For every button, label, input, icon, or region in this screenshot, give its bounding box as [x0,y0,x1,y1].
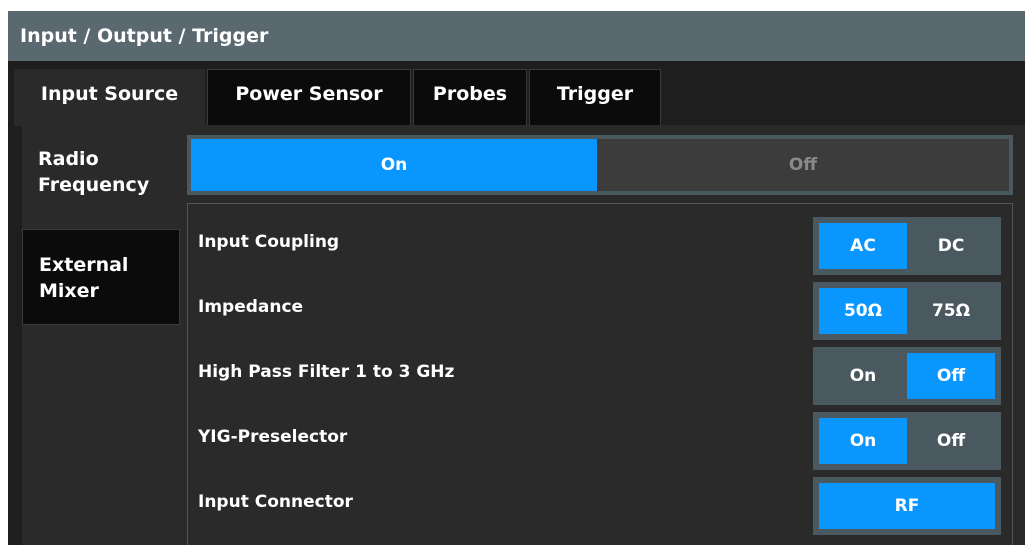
input-coupling-toggle: AC DC [813,217,1001,275]
setting-row-high-pass-filter: High Pass Filter 1 to 3 GHz On Off [188,340,1012,405]
setting-row-yig-preselector: YIG-Preselector On Off [188,405,1012,470]
tab-trigger[interactable]: Trigger [529,69,661,126]
input-output-trigger-dialog: Input / Output / Trigger Input Source Po… [8,11,1025,545]
high-pass-filter-label: High Pass Filter 1 to 3 GHz [198,362,455,382]
input-connector-rf-button[interactable]: RF [819,483,995,529]
impedance-50-button[interactable]: 50Ω [819,288,907,334]
tab-input-source[interactable]: Input Source [14,69,205,126]
input-source-panel: Radio Frequency External Mixer On Off In… [22,125,1025,545]
sidetab-external-mixer-label: External Mixer [39,254,129,302]
tab-probes[interactable]: Probes [413,69,527,126]
setting-row-input-connector: Input Connector RF [188,470,1012,535]
yig-preselector-on-button[interactable]: On [819,418,907,464]
rf-settings-content: On Off Input Coupling AC DC Impedance 50… [187,135,1025,545]
input-connector-selector: RF [813,477,1001,535]
setting-row-impedance: Impedance 50Ω 75Ω [188,275,1012,340]
high-pass-filter-on-button[interactable]: On [819,353,907,399]
sidetab-radio-frequency-label: Radio Frequency [38,148,150,196]
rf-off-button[interactable]: Off [597,139,1009,191]
setting-row-input-coupling: Input Coupling AC DC [188,210,1012,275]
high-pass-filter-toggle: On Off [813,347,1001,405]
dialog-title: Input / Output / Trigger [8,11,1025,61]
impedance-label: Impedance [198,297,304,317]
rf-on-button[interactable]: On [191,139,597,191]
input-coupling-dc-button[interactable]: DC [907,223,995,269]
yig-preselector-label: YIG-Preselector [198,427,348,447]
tab-power-sensor[interactable]: Power Sensor [207,69,411,126]
input-connector-label: Input Connector [198,492,353,512]
high-pass-filter-off-button[interactable]: Off [907,353,995,399]
settings-list: Input Coupling AC DC Impedance 50Ω 75Ω H… [187,203,1013,545]
yig-preselector-toggle: On Off [813,412,1001,470]
impedance-75-button[interactable]: 75Ω [907,288,995,334]
sidetab-radio-frequency[interactable]: Radio Frequency [22,125,180,229]
input-coupling-ac-button[interactable]: AC [819,223,907,269]
impedance-toggle: 50Ω 75Ω [813,282,1001,340]
rf-state-toggle: On Off [187,135,1013,195]
sidetab-external-mixer[interactable]: External Mixer [22,229,180,325]
input-coupling-label: Input Coupling [198,232,340,252]
yig-preselector-off-button[interactable]: Off [907,418,995,464]
